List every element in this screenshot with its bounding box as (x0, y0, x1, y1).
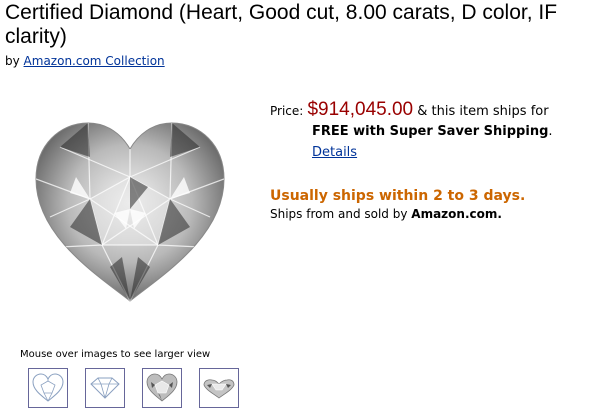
price-line: Price: $914,045.00 & this item ships for (270, 99, 595, 122)
thumbnail-strip (28, 368, 239, 408)
gallery-hint: Mouse over images to see larger view (20, 349, 211, 360)
thumbnail-1[interactable] (28, 368, 68, 408)
heart-diamond-side-photo-icon (203, 379, 235, 399)
price-label: Price: (270, 104, 304, 118)
seller-name: Amazon.com. (411, 207, 502, 221)
thumbnail-3[interactable] (142, 368, 182, 408)
heart-diamond-photo-icon (146, 373, 178, 402)
main-product-image[interactable] (30, 117, 230, 303)
availability-status: Usually ships within 2 to 3 days. (270, 188, 526, 204)
free-shipping-period: . (548, 124, 553, 139)
heart-outline-diamond-icon (32, 373, 64, 402)
round-outline-diamond-icon (90, 377, 120, 399)
thumbnail-4[interactable] (199, 368, 239, 408)
price-suffix: & this item ships for (417, 104, 549, 119)
ships-from-prefix: Ships from and sold by (270, 207, 408, 221)
free-shipping-line: FREE with Super Saver Shipping. (312, 122, 595, 141)
byline-prefix: by (5, 54, 20, 68)
price-block: Price: $914,045.00 & this item ships for… (270, 99, 595, 162)
product-title: Certified Diamond (Heart, Good cut, 8.00… (5, 1, 558, 48)
brand-link[interactable]: Amazon.com Collection (24, 54, 165, 68)
free-shipping-text: FREE with Super Saver Shipping (312, 124, 549, 139)
byline: by Amazon.com Collection (5, 53, 165, 69)
shipping-details-link[interactable]: Details (312, 143, 357, 162)
thumbnail-2[interactable] (85, 368, 125, 408)
heart-diamond-image (35, 122, 225, 302)
price-value: $914,045.00 (307, 99, 414, 120)
ships-from-line: Ships from and sold by Amazon.com. (270, 206, 502, 223)
